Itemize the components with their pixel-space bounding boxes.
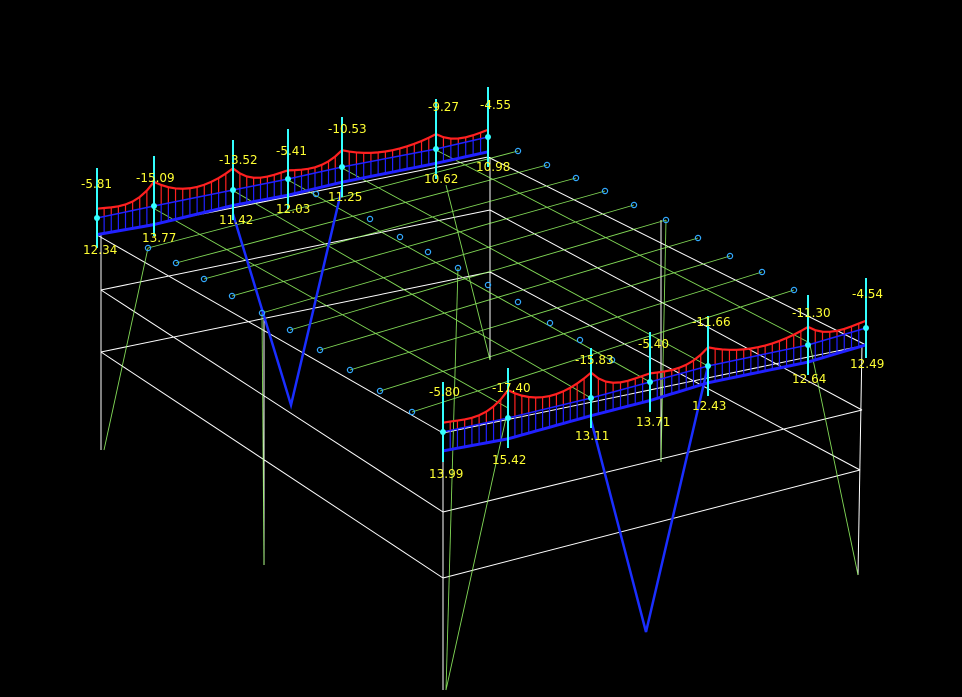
station-node[interactable] bbox=[230, 187, 236, 193]
negative-moment-label: -13.52 bbox=[219, 153, 258, 167]
negative-moment-label: -4.54 bbox=[852, 287, 883, 301]
grid-node[interactable] bbox=[546, 319, 554, 327]
frame-diagram-canvas: -5.81 12.34 -15.09 13.77 -13.52 11.42 -5.41 12.… bbox=[81, 87, 884, 691]
frame-low-right-edge bbox=[489, 271, 861, 471]
negative-moment-label: -4.55 bbox=[480, 98, 511, 112]
positive-moment-label: 12.34 bbox=[83, 243, 117, 257]
beam-axis bbox=[153, 189, 234, 207]
negative-moment-label: -5.40 bbox=[638, 337, 669, 351]
station-node[interactable] bbox=[433, 146, 439, 152]
positive-moment-label: 15.42 bbox=[492, 453, 526, 467]
negative-moment-outline bbox=[707, 325, 809, 351]
structural-3d-viewport[interactable]: -5.81 12.34 -15.09 13.77 -13.52 11.42 -5.41 12.… bbox=[0, 0, 962, 697]
station-node[interactable] bbox=[705, 363, 711, 369]
positive-moment-label: 11.42 bbox=[219, 213, 253, 227]
deflected-column bbox=[103, 247, 149, 451]
beam-axis bbox=[442, 417, 509, 433]
positive-moment-label: 12.03 bbox=[276, 202, 310, 216]
grid-node[interactable] bbox=[396, 233, 404, 241]
negative-moment-label: -5.81 bbox=[81, 177, 112, 191]
negative-moment-label: -10.53 bbox=[328, 122, 367, 136]
positive-moment-label: 12.64 bbox=[792, 372, 826, 386]
positive-moment-label: 10.98 bbox=[476, 160, 510, 174]
frame-mid-left-edge bbox=[100, 289, 444, 513]
grid-node[interactable] bbox=[424, 248, 432, 256]
positive-moment-label: 13.77 bbox=[142, 231, 176, 245]
negative-moment-outline bbox=[232, 167, 289, 179]
station-node[interactable] bbox=[805, 342, 811, 348]
grid-line bbox=[261, 204, 635, 314]
diagonal-braces bbox=[231, 187, 710, 633]
positive-moment-label: 11.25 bbox=[328, 190, 362, 204]
frame-low-left-edge bbox=[100, 351, 444, 579]
negative-moment-label: -15.09 bbox=[136, 171, 175, 185]
station-node[interactable] bbox=[339, 164, 345, 170]
frame-low-front-edge bbox=[442, 469, 861, 579]
negative-moment-outline bbox=[590, 371, 651, 384]
positive-moment-label: 13.11 bbox=[575, 429, 609, 443]
frame-low-back-edge bbox=[100, 271, 491, 353]
grid-node[interactable] bbox=[514, 298, 522, 306]
positive-moment-label: 12.43 bbox=[692, 399, 726, 413]
grid-line bbox=[379, 271, 763, 392]
negative-moment-label: -15.83 bbox=[575, 353, 614, 367]
positive-moment-label: 13.99 bbox=[429, 467, 463, 481]
negative-moment-label: -5.80 bbox=[429, 385, 460, 399]
positive-moment-label: 12.49 bbox=[850, 357, 884, 371]
positive-moment-label: 10.62 bbox=[424, 172, 458, 186]
column-front-right bbox=[857, 344, 863, 576]
grid-line bbox=[231, 189, 592, 399]
station-node[interactable] bbox=[440, 429, 446, 435]
station-node[interactable] bbox=[94, 215, 100, 221]
station-node[interactable] bbox=[151, 203, 157, 209]
negative-moment-label: -9.27 bbox=[428, 100, 459, 114]
station-node[interactable] bbox=[285, 176, 291, 182]
grid-node[interactable] bbox=[726, 252, 734, 260]
grid-line bbox=[349, 255, 731, 371]
negative-moment-label: -11.66 bbox=[692, 315, 731, 329]
station-node[interactable] bbox=[505, 415, 511, 421]
negative-moment-label: -11.30 bbox=[792, 306, 831, 320]
grid-node[interactable] bbox=[576, 336, 584, 344]
deflected-shape bbox=[103, 149, 859, 691]
station-node[interactable] bbox=[588, 395, 594, 401]
positive-moment-label: 13.71 bbox=[636, 415, 670, 429]
station-node[interactable] bbox=[485, 134, 491, 140]
negative-moment-label: -5.41 bbox=[276, 144, 307, 158]
negative-moment-label: -17.40 bbox=[492, 381, 531, 395]
station-node[interactable] bbox=[863, 325, 869, 331]
station-node[interactable] bbox=[647, 379, 653, 385]
grid-node[interactable] bbox=[366, 215, 374, 223]
